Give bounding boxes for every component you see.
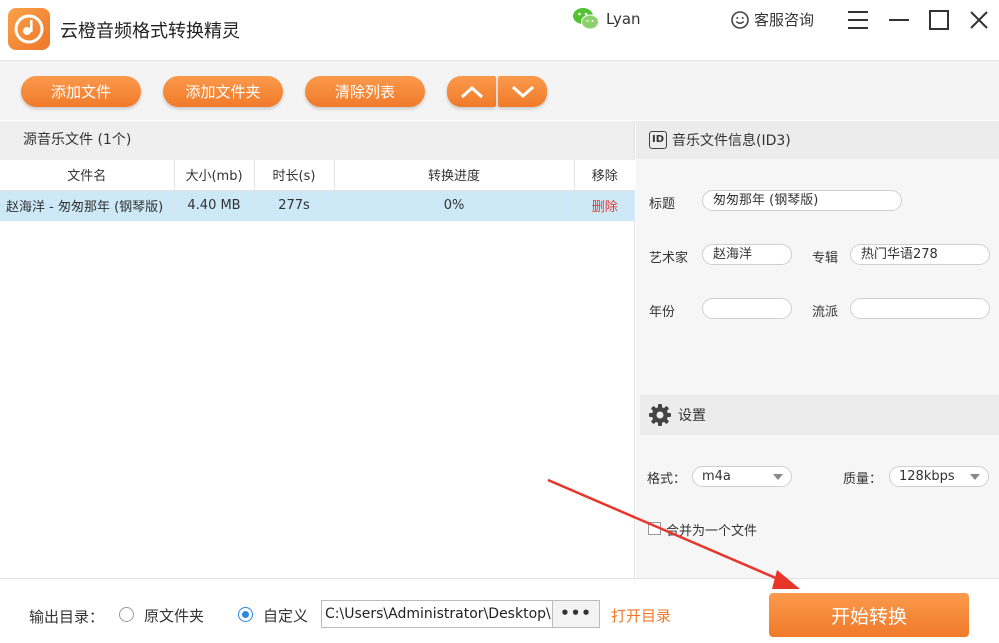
merge-checkbox[interactable] [648,522,661,535]
quality-value: 128kbps [899,469,955,484]
output-path-input[interactable]: C:\Users\Administrator\Desktop\ [321,600,553,628]
format-label: 格式： [647,472,687,487]
album-field[interactable]: 热门华语278 [850,244,990,265]
artist-field[interactable]: 赵海洋 [702,244,792,265]
browse-button[interactable]: ••• [552,600,600,628]
settings-header-label: 设置 [678,408,706,424]
chevron-down-icon [970,474,980,480]
column-header-duration[interactable]: 时长(s) [254,160,335,191]
app-title: 云橙音频格式转换精灵 [60,21,240,42]
artist-label: 艺术家 [649,251,689,266]
table-row[interactable]: 赵海洋 - 匆匆那年 (钢琴版) 4.40 MB 277s 0% 删除 [0,190,635,221]
title-field[interactable]: 匆匆那年 (钢琴版) [702,190,902,211]
radio-custom-folder[interactable] [238,607,253,622]
id3-panel: ID 音乐文件信息(ID3) 标题 匆匆那年 (钢琴版) 艺术家 赵海洋 专辑 … [636,121,999,578]
settings-header: 设置 [640,395,999,435]
minimize-icon[interactable] [887,8,911,32]
output-dir-label: 输出目录： [29,608,105,626]
title-bar: 云橙音频格式转换精灵 Lyan 客服咨询 [0,0,999,60]
column-header-remove[interactable]: 移除 [574,160,635,191]
add-file-button[interactable]: 添加文件 [21,76,141,107]
add-folder-button[interactable]: 添加文件夹 [163,76,283,107]
column-header-progress[interactable]: 转换进度 [334,160,575,191]
source-files-header: 源音乐文件 (1个) [0,121,634,160]
column-header-name[interactable]: 文件名 [0,160,175,191]
reorder-buttons [447,76,547,107]
quality-select[interactable]: 128kbps [889,466,989,487]
album-label: 专辑 [812,251,839,266]
file-duration-cell: 277s [254,190,335,221]
custom-folder-label[interactable]: 自定义 [263,605,308,626]
genre-field[interactable] [850,298,990,319]
file-table: 文件名 大小(mb) 时长(s) 转换进度 移除 赵海洋 - 匆匆那年 (钢琴版… [0,160,635,221]
smiley-icon [731,10,749,29]
user-name: Lyan [606,10,641,28]
quality-label: 质量： [843,472,883,487]
open-directory-link[interactable]: 打开目录 [611,605,671,626]
chevron-up-icon [460,85,483,98]
clear-list-button[interactable]: 清除列表 [305,76,425,107]
merge-label: 合并为一个文件 [666,524,758,539]
radio-original-folder[interactable] [119,607,134,622]
id3-header: ID 音乐文件信息(ID3) [636,121,999,159]
start-convert-button[interactable]: 开始转换 [769,593,969,637]
move-up-button[interactable] [447,76,496,107]
original-folder-label[interactable]: 原文件夹 [144,605,204,626]
genre-label: 流派 [812,305,839,320]
wechat-icon [573,8,599,30]
toolbar: 添加文件 添加文件夹 清除列表 [0,60,999,120]
column-header-size[interactable]: 大小(mb) [174,160,255,191]
year-field[interactable] [702,298,792,319]
maximize-icon[interactable] [927,8,951,32]
chevron-down-icon [511,85,534,98]
gear-icon [649,404,671,426]
file-name-cell: 赵海洋 - 匆匆那年 (钢琴版) [0,190,175,221]
format-select[interactable]: m4a [692,466,792,487]
file-progress-cell: 0% [334,190,575,221]
close-icon[interactable] [967,8,991,32]
chevron-down-icon [773,474,783,480]
delete-link[interactable]: 删除 [574,190,635,221]
year-label: 年份 [649,305,676,320]
id-icon: ID [649,131,667,149]
format-value: m4a [702,469,731,484]
app-logo [8,8,50,50]
file-table-header: 文件名 大小(mb) 时长(s) 转换进度 移除 [0,160,635,191]
menu-icon[interactable] [846,8,870,32]
user-account[interactable]: Lyan [572,6,641,32]
title-label: 标题 [649,197,676,212]
id3-header-label: 音乐文件信息(ID3) [672,133,791,149]
move-down-button[interactable] [498,76,547,107]
customer-service-button[interactable]: 客服咨询 [730,9,814,30]
file-size-cell: 4.40 MB [174,190,255,221]
customer-service-label: 客服咨询 [754,11,815,29]
source-files-panel: 源音乐文件 (1个) 文件名 大小(mb) 时长(s) 转换进度 移除 赵海洋 … [0,121,635,578]
output-bar: 输出目录： 原文件夹 自定义 C:\Users\Administrator\De… [0,578,999,643]
